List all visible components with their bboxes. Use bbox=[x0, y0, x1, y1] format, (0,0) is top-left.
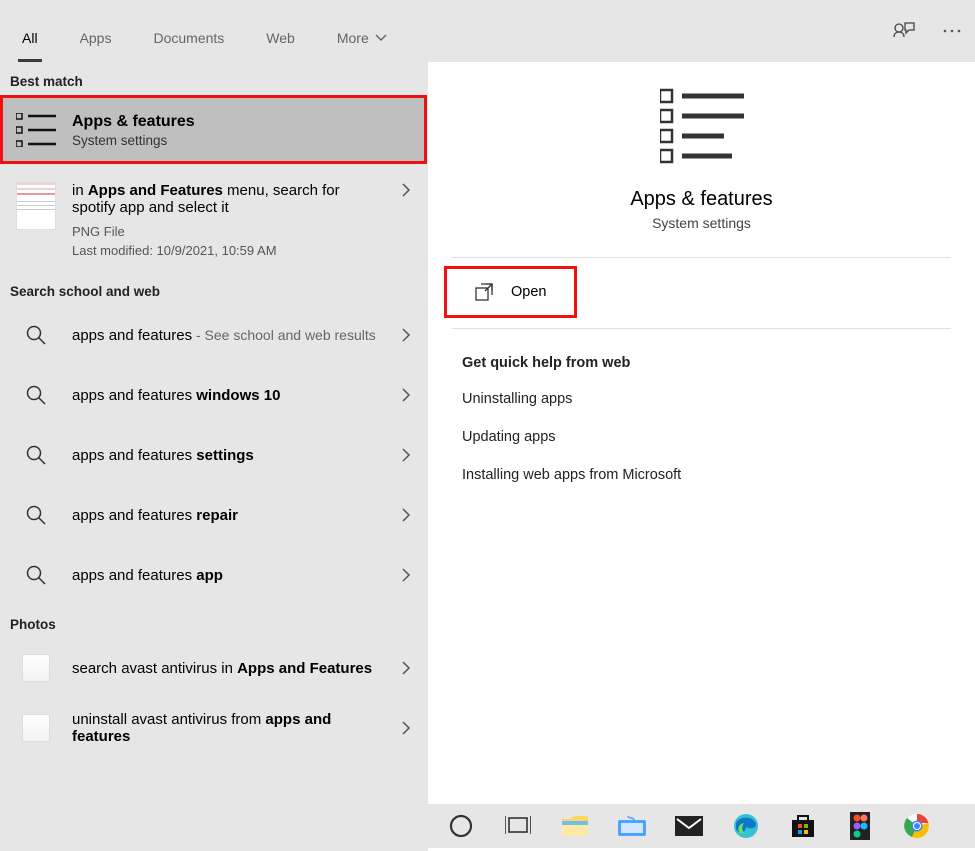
edge-icon[interactable] bbox=[731, 811, 761, 841]
open-button[interactable]: Open bbox=[444, 266, 577, 318]
taskbar bbox=[0, 804, 975, 848]
photo-result-label: uninstall avast antivirus from apps and … bbox=[72, 711, 385, 745]
open-icon bbox=[475, 283, 493, 301]
web-result[interactable]: apps and features - See school and web r… bbox=[0, 305, 427, 365]
chrome-icon[interactable] bbox=[902, 811, 932, 841]
file-result-type: PNG File bbox=[72, 224, 385, 239]
photo-thumbnail bbox=[16, 708, 56, 748]
school-web-label: Search school and web bbox=[0, 272, 427, 305]
help-link[interactable]: Updating apps bbox=[462, 429, 941, 445]
mail-icon[interactable] bbox=[674, 811, 704, 841]
task-view-icon[interactable] bbox=[503, 811, 533, 841]
web-result-label: apps and features app bbox=[72, 567, 385, 584]
file-result[interactable]: in Apps and Features menu, search for sp… bbox=[0, 164, 427, 272]
search-icon bbox=[16, 555, 56, 595]
web-result-label: apps and features settings bbox=[72, 447, 385, 464]
more-options-icon[interactable] bbox=[943, 28, 961, 34]
keyboard-icon[interactable] bbox=[617, 811, 647, 841]
tab-more[interactable]: More bbox=[333, 20, 391, 62]
chevron-right-icon bbox=[401, 387, 411, 403]
search-icon bbox=[16, 315, 56, 355]
tab-documents[interactable]: Documents bbox=[149, 20, 228, 62]
photo-result-label: search avast antivirus in Apps and Featu… bbox=[72, 660, 385, 677]
chevron-right-icon bbox=[401, 660, 411, 676]
photos-label: Photos bbox=[0, 605, 427, 638]
web-result[interactable]: apps and features repair bbox=[0, 485, 427, 545]
results-pane: Best match Apps & feat bbox=[0, 62, 427, 851]
chevron-down-icon bbox=[375, 34, 387, 42]
feedback-icon[interactable] bbox=[893, 20, 915, 42]
file-result-title: in Apps and Features menu, search for sp… bbox=[72, 182, 385, 216]
chevron-right-icon bbox=[401, 447, 411, 463]
preview-pane: Apps & features System settings Open Get… bbox=[427, 62, 975, 851]
cortana-icon[interactable] bbox=[446, 811, 476, 841]
best-match-label: Best match bbox=[0, 62, 427, 95]
help-title: Get quick help from web bbox=[462, 355, 941, 371]
tab-web[interactable]: Web bbox=[262, 20, 299, 62]
search-icon bbox=[16, 375, 56, 415]
search-icon bbox=[16, 495, 56, 535]
search-scope-tabs: All Apps Documents Web More bbox=[0, 0, 975, 62]
chevron-right-icon bbox=[401, 327, 411, 343]
tab-apps[interactable]: Apps bbox=[76, 20, 116, 62]
help-link[interactable]: Uninstalling apps bbox=[462, 391, 941, 407]
apps-and-features-icon bbox=[16, 110, 56, 150]
web-result-label: apps and features windows 10 bbox=[72, 387, 385, 404]
file-thumbnail bbox=[16, 182, 56, 230]
tab-more-label: More bbox=[337, 30, 369, 46]
tab-all[interactable]: All bbox=[18, 20, 42, 62]
photo-result[interactable]: search avast antivirus in Apps and Featu… bbox=[0, 638, 427, 698]
best-match-title: Apps & features bbox=[72, 113, 411, 131]
web-result[interactable]: apps and features app bbox=[0, 545, 427, 605]
store-icon[interactable] bbox=[788, 811, 818, 841]
divider bbox=[452, 257, 951, 258]
open-label: Open bbox=[511, 284, 546, 300]
photo-thumbnail bbox=[16, 648, 56, 688]
photo-result[interactable]: uninstall avast antivirus from apps and … bbox=[0, 698, 427, 758]
web-result-label: apps and features - See school and web r… bbox=[72, 327, 385, 344]
chevron-right-icon bbox=[401, 182, 411, 198]
chevron-right-icon bbox=[401, 567, 411, 583]
help-link[interactable]: Installing web apps from Microsoft bbox=[462, 467, 941, 483]
best-match-subtitle: System settings bbox=[72, 133, 411, 148]
web-result[interactable]: apps and features windows 10 bbox=[0, 365, 427, 425]
web-result[interactable]: apps and features settings bbox=[0, 425, 427, 485]
chevron-right-icon bbox=[401, 507, 411, 523]
best-match-result[interactable]: Apps & features System settings bbox=[0, 95, 427, 164]
file-result-modified: Last modified: 10/9/2021, 10:59 AM bbox=[72, 243, 385, 258]
file-explorer-icon[interactable] bbox=[560, 811, 590, 841]
preview-title: Apps & features bbox=[630, 188, 772, 211]
figma-icon[interactable] bbox=[845, 811, 875, 841]
preview-subtitle: System settings bbox=[652, 215, 751, 231]
search-icon bbox=[16, 435, 56, 475]
chevron-right-icon bbox=[401, 720, 411, 736]
apps-and-features-large-icon bbox=[659, 86, 745, 168]
web-result-label: apps and features repair bbox=[72, 507, 385, 524]
